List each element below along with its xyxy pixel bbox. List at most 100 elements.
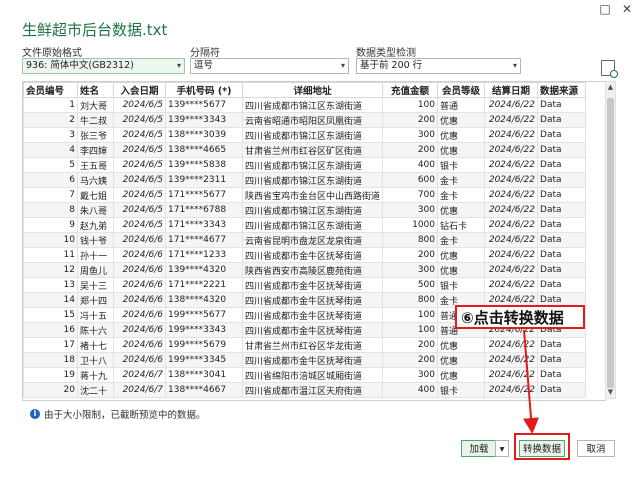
scroll-down-icon[interactable]: ▼ [606, 387, 615, 398]
restore-icon[interactable]: □ [598, 2, 612, 16]
table-cell: 300 [382, 262, 439, 278]
scroll-up-icon[interactable]: ▲ [606, 82, 615, 93]
table-cell: 138****4320 [165, 292, 243, 308]
cancel-button[interactable]: 取消 [577, 440, 615, 457]
table-cell: 四川省成都市金牛区抚琴街道 [241, 307, 384, 323]
table-cell: 郑十四 [77, 292, 114, 308]
table-cell: 陕西省宝鸡市金台区中山西路街道 [241, 187, 384, 203]
table-cell: 牛二叔 [77, 112, 114, 128]
table-cell: 2024/6/5 [113, 127, 166, 143]
table-cell: 四川省成都市锦江区东湖街道 [241, 157, 384, 173]
table-cell: 优惠 [437, 247, 486, 263]
table-cell: 2024/6/22 [484, 352, 539, 368]
column-header[interactable]: 充值金额 [382, 82, 439, 98]
table-cell: 优惠 [437, 202, 486, 218]
column-header[interactable]: 会员等级 [437, 82, 486, 98]
table-cell: 2024/6/6 [113, 292, 166, 308]
table-cell: 刘大哥 [77, 97, 114, 113]
table-cell: 马六姨 [77, 172, 114, 188]
table-cell: 2024/6/22 [484, 232, 539, 248]
chevron-down-icon: ▾ [499, 444, 505, 455]
table-cell: 200 [382, 337, 439, 353]
table-cell: 500 [382, 277, 439, 293]
vertical-scrollbar[interactable]: ▲ ▼ [605, 81, 616, 399]
detect-dropdown[interactable]: 基于前 200 行 ▾ [356, 58, 521, 74]
table-cell: 15 [23, 307, 78, 323]
table-cell: 冯十五 [77, 307, 114, 323]
table-cell: 四川省成都市金牛区抚琴街道 [241, 352, 384, 368]
column-header[interactable]: 数据来源 [537, 82, 587, 98]
column-header[interactable]: 会员编号 [23, 82, 78, 98]
table-cell: 钱十爷 [77, 232, 114, 248]
table-cell: 2024/6/5 [113, 187, 166, 203]
table-cell: Data [537, 337, 587, 353]
delimiter-dropdown[interactable]: 逗号 ▾ [190, 58, 349, 74]
table-cell: 陈十六 [77, 322, 114, 338]
table-cell: 2 [23, 112, 78, 128]
table-cell: 2024/6/22 [484, 172, 539, 188]
table-cell: 199****3345 [165, 352, 243, 368]
table-cell: 银卡 [437, 157, 486, 173]
column-header[interactable]: 姓名 [77, 82, 114, 98]
table-cell: 2024/6/22 [484, 337, 539, 353]
table-cell: 171****5677 [165, 187, 243, 203]
encoding-label: 文件原始格式 [22, 48, 82, 59]
table-cell: 褚十七 [77, 337, 114, 353]
table-cell: 金卡 [437, 172, 486, 188]
table-cell: 卫十八 [77, 352, 114, 368]
table-cell: 优惠 [437, 337, 486, 353]
table-row: 9 赵九弟 2024/6/5 171****3343 四川省成都市锦江区东湖街道 1000… [23, 217, 587, 233]
refresh-file-icon[interactable] [601, 60, 618, 78]
table-cell: 四川省成都市金牛区抚琴街道 [241, 277, 384, 293]
table-cell: 6 [23, 172, 78, 188]
table-cell: 171****6788 [165, 202, 243, 218]
table-cell: 优惠 [437, 112, 486, 128]
column-header[interactable]: 手机号码 (*) [165, 82, 243, 98]
table-cell: 优惠 [437, 127, 486, 143]
table-cell: 199****3343 [165, 322, 243, 338]
table-row: 11 孙十一 2024/6/6 171****1233 四川省成都市金牛区抚琴街道 200… [23, 247, 587, 263]
table-cell: 朱八哥 [77, 202, 114, 218]
table-cell: 11 [23, 247, 78, 263]
load-button[interactable]: 加载 [461, 440, 497, 457]
info-icon: i [30, 409, 40, 419]
table-cell: 云南省昭通市昭阳区凤凰街道 [241, 112, 384, 128]
table-row: 3 张三爷 2024/6/5 138****3039 四川省成都市锦江区东湖街道 300 优… [23, 127, 587, 143]
encoding-dropdown[interactable]: 936: 简体中文(GB2312) ▾ [22, 58, 185, 74]
scroll-thumb[interactable] [607, 98, 614, 388]
column-header[interactable]: 详细地址 [241, 82, 384, 98]
table-row: 7 戴七姐 2024/6/5 171****5677 陕西省宝鸡市金台区中山西路街道 70… [23, 187, 587, 203]
table-cell: 优惠 [437, 142, 486, 158]
table-cell: Data [537, 187, 587, 203]
detect-label: 数据类型检测 [356, 48, 416, 59]
table-cell: 200 [382, 112, 439, 128]
table-row: 2 牛二叔 2024/6/5 139****3343 云南省昭通市昭阳区凤凰街道 200 优… [23, 112, 587, 128]
table-cell: 2024/6/6 [113, 247, 166, 263]
table-cell: 2024/6/6 [113, 262, 166, 278]
table-cell: 20 [23, 382, 78, 398]
table-cell: 沈二十 [77, 382, 114, 398]
table-cell: 戴七姐 [77, 187, 114, 203]
load-dropdown-button[interactable]: ▾ [495, 440, 509, 457]
table-cell: 孙十一 [77, 247, 114, 263]
truncation-text: 由于大小限制，已截断预览中的数据。 [44, 410, 206, 421]
table-cell: 优惠 [437, 262, 486, 278]
table-cell: 张三爷 [77, 127, 114, 143]
table-cell: 199****5677 [165, 307, 243, 323]
table-row: 13 吴十三 2024/6/6 171****2221 四川省成都市金牛区抚琴街道 500… [23, 277, 587, 293]
table-cell: 2024/6/5 [113, 172, 166, 188]
table-cell: 王五哥 [77, 157, 114, 173]
transform-highlight-box [514, 433, 570, 460]
table-cell: 171****2221 [165, 277, 243, 293]
table-cell: 金卡 [437, 232, 486, 248]
table-cell: Data [537, 382, 587, 398]
table-cell: 四川省成都市锦江区东湖街道 [241, 202, 384, 218]
table-cell: 四川省成都市金牛区抚琴街道 [241, 292, 384, 308]
table-cell: 5 [23, 157, 78, 173]
table-cell: 139****5838 [165, 157, 243, 173]
close-icon[interactable]: ✕ [620, 2, 634, 16]
table-cell: 12 [23, 262, 78, 278]
column-header[interactable]: 入会日期 [113, 82, 166, 98]
table-cell: 四川省成都市金牛区抚琴街道 [241, 247, 384, 263]
column-header[interactable]: 结算日期 [484, 82, 539, 98]
